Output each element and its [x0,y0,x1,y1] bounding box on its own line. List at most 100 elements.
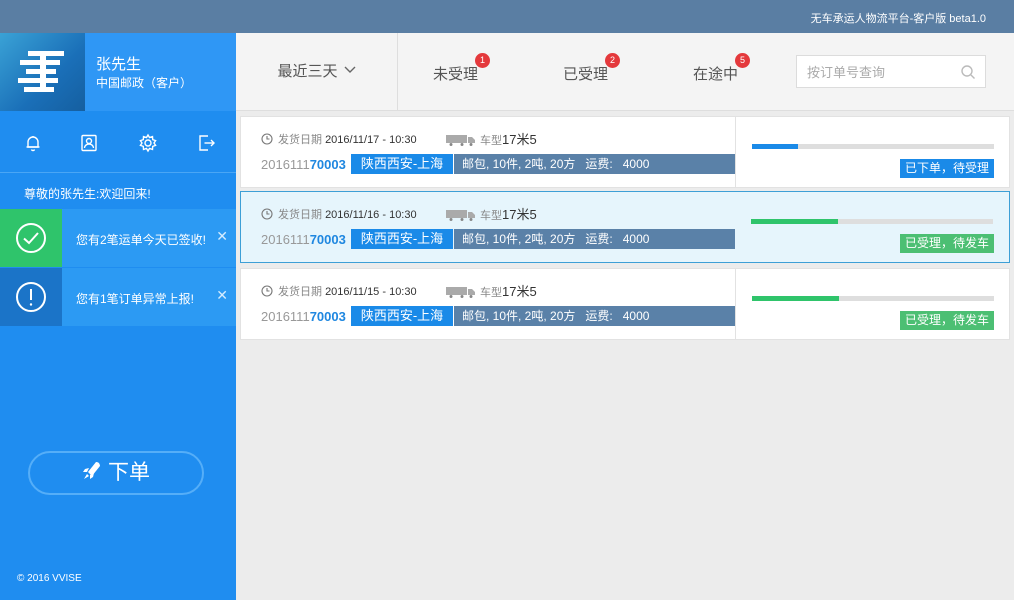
rocket-icon [83,462,100,479]
clock-icon [261,133,273,145]
order-number-prefix: 2016111 [261,309,310,324]
ship-date-label: 发货日期 [278,134,322,146]
freight-label: 运费: [585,232,613,246]
order-card[interactable]: 发货日期 2016/11/15 - 10:30 车型17米5 201611170… [240,268,1010,340]
sidebar: 张先生 中国邮政（客户） 尊敬的张先生:欢迎回来! 您有2笔运单今天已签收! ✕… [0,33,236,600]
place-order-label: 下单 [108,461,150,484]
tab-accepted[interactable]: 已受理 2 [563,53,621,84]
route-label: 陕西西安-上海 [351,154,453,174]
order-status-panel: 已下单，待受理 [735,117,1011,187]
truck-icon [446,287,475,298]
date-range-dropdown[interactable]: 最近三天 [236,33,398,110]
progress-fill [752,296,840,301]
count-badge: 1 [475,53,491,68]
order-card[interactable]: 发货日期 2016/11/16 - 10:30 车型17米5 201611170… [240,191,1010,263]
order-status-panel: 已受理，待发车 [735,269,1011,339]
ship-date-value: 2016/11/17 - 10:30 [325,134,417,146]
order-status-panel: 已受理，待发车 [735,192,1011,262]
order-number: 201611170003 [261,309,346,324]
freight-value: 4000 [622,232,650,246]
notice-signed[interactable]: 您有2笔运单今天已签收! ✕ [0,209,236,267]
count-badge: 5 [735,53,751,68]
search-box [796,55,986,88]
route-label: 陕西西安-上海 [351,306,453,326]
cargo-goods: 邮包, 10件, 2吨, 20方 [462,232,576,246]
tab-label: 未受理 [433,66,479,83]
app-title: 无车承运人物流平台-客户版 beta1.0 [810,13,986,25]
tab-label: 在途中 [693,66,739,83]
ship-date: 发货日期 2016/11/16 - 10:30 [261,206,417,222]
truck-type: 车型17米5 [446,204,537,223]
cargo-detail: 邮包, 10件, 2吨, 20方 运费: 4000 [454,306,735,326]
cargo-detail: 邮包, 10件, 2吨, 20方 运费: 4000 [454,229,735,249]
notice-icon-box [0,268,62,326]
notice-message: 您有1笔订单异常上报! [76,292,195,306]
place-order-button[interactable]: 下单 [28,451,204,495]
close-icon[interactable]: ✕ [216,228,228,245]
freight-label: 运费: [585,157,613,171]
cargo-detail: 邮包, 10件, 2吨, 20方 运费: 4000 [454,154,735,174]
close-icon[interactable]: ✕ [216,287,228,304]
sidebar-icon-row [0,111,236,173]
truck-type-value: 17米5 [502,207,537,222]
progress-bar [752,144,994,149]
freight-label: 运费: [585,309,613,323]
order-number-prefix: 2016111 [261,232,310,247]
exclamation-circle-icon [16,282,46,312]
cargo-goods: 邮包, 10件, 2吨, 20方 [462,157,576,171]
truck-icon [446,135,475,146]
search-icon[interactable] [960,64,976,80]
count-badge: 2 [605,53,621,68]
chevron-down-icon [344,66,355,73]
notice-exception[interactable]: 您有1笔订单异常上报! ✕ [0,268,236,326]
tab-in-transit[interactable]: 在途中 5 [693,53,751,84]
ship-date: 发货日期 2016/11/15 - 10:30 [261,283,417,299]
progress-bar [751,219,993,224]
status-badge: 已下单，待受理 [899,159,994,178]
order-number-suffix: 70003 [309,157,346,172]
truck-type-value: 17米5 [502,284,537,299]
cargo-goods: 邮包, 10件, 2吨, 20方 [462,309,576,323]
truck-type: 车型17米5 [446,129,537,148]
truck-type: 车型17米5 [446,281,537,300]
truck-type-label: 车型 [480,135,502,147]
order-info: 发货日期 2016/11/17 - 10:30 车型17米5 201611170… [241,117,735,187]
bell-icon[interactable] [23,133,43,153]
title-bar: 无车承运人物流平台-客户版 beta1.0 [0,0,1014,33]
clock-icon [261,285,273,297]
check-circle-icon [16,223,46,253]
order-info: 发货日期 2016/11/15 - 10:30 车型17米5 201611170… [241,269,735,339]
freight-value: 4000 [622,157,650,171]
logout-icon[interactable] [196,133,216,153]
ship-date-value: 2016/11/15 - 10:30 [325,286,417,298]
clock-icon [261,208,273,220]
order-number-suffix: 70003 [309,232,346,247]
tab-pending[interactable]: 未受理 1 [433,53,491,84]
order-card[interactable]: 发货日期 2016/11/17 - 10:30 车型17米5 201611170… [240,116,1010,188]
filter-tab-bar: 最近三天 未受理 1 已受理 2 在途中 5 [236,33,1014,111]
progress-bar [752,296,994,301]
welcome-message: 尊敬的张先生:欢迎回来! [24,187,151,201]
copyright: © 2016 VVISE [17,573,82,584]
truck-type-value: 17米5 [502,132,537,147]
contact-card-icon[interactable] [79,133,99,153]
truck-type-label: 车型 [480,287,502,299]
order-number-suffix: 70003 [309,309,346,324]
user-name: 张先生 [96,56,142,73]
progress-fill [752,144,798,149]
user-profile: 张先生 中国邮政（客户） [0,33,236,111]
status-badge: 已受理，待发车 [899,311,994,330]
china-post-logo [0,33,85,111]
search-input[interactable] [807,63,957,81]
ship-date-value: 2016/11/16 - 10:30 [325,209,417,221]
truck-type-label: 车型 [480,210,502,222]
gear-icon[interactable] [138,133,158,153]
route-label: 陕西西安-上海 [351,229,453,249]
progress-fill [751,219,839,224]
order-number: 201611170003 [261,232,346,247]
date-range-label: 最近三天 [277,63,338,80]
status-badge: 已受理，待发车 [899,234,994,253]
tab-label: 已受理 [563,66,609,83]
notice-icon-box [0,209,62,267]
user-org: 中国邮政（客户） [96,76,193,90]
